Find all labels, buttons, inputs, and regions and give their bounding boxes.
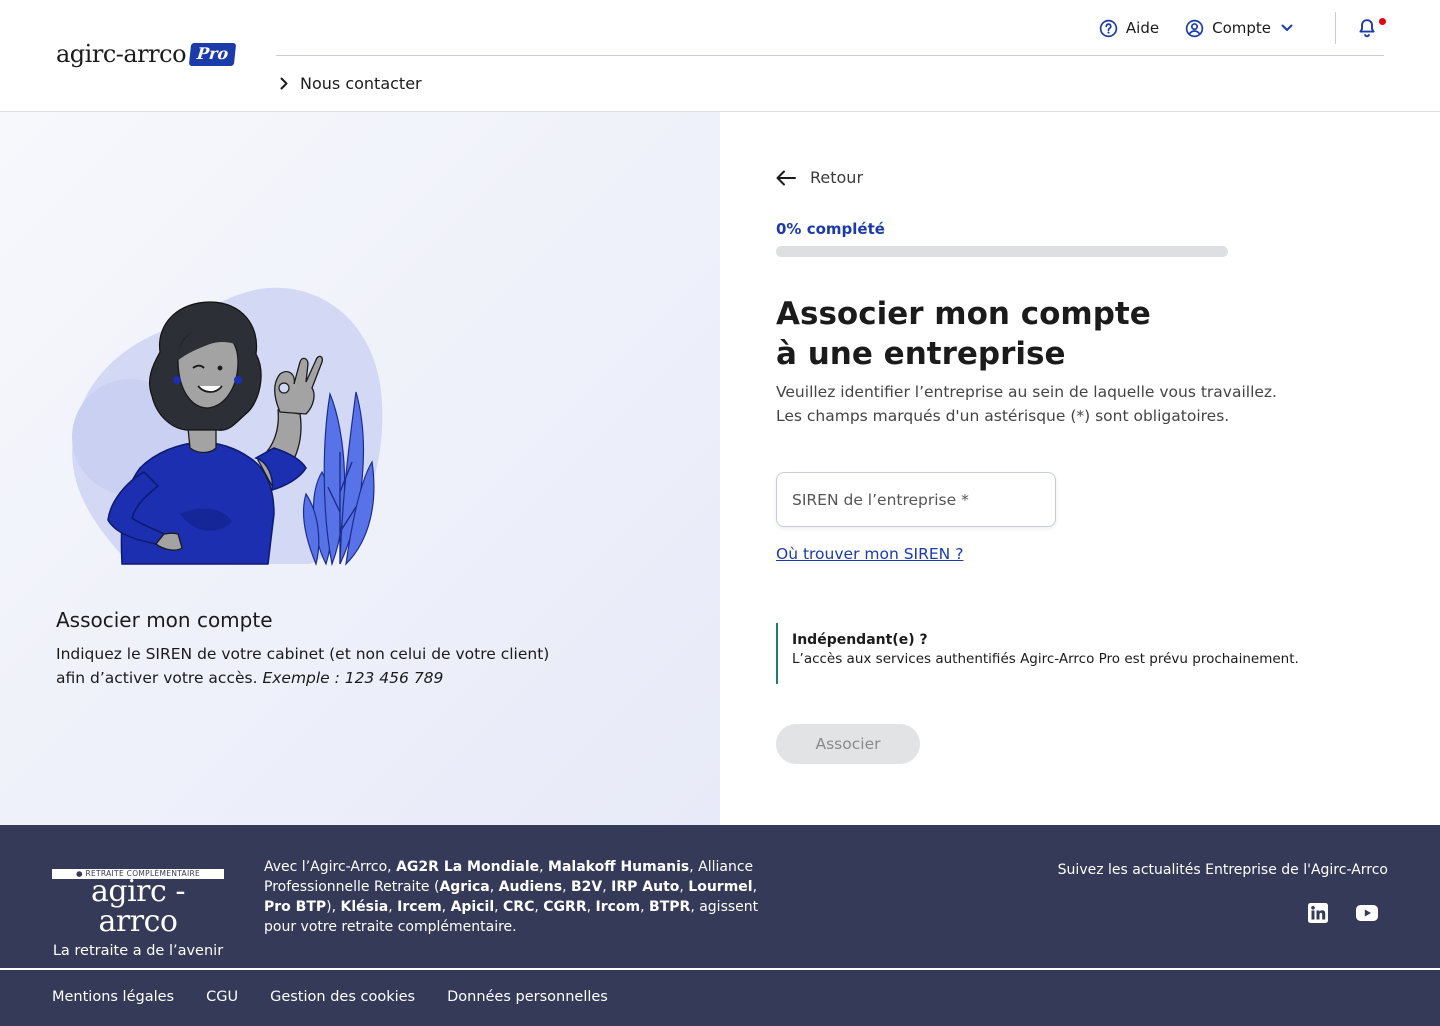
back-label: Retour	[810, 168, 864, 187]
footer-text-run: ,	[752, 879, 758, 895]
logo-text: agirc-arrco	[56, 40, 187, 68]
associate-button[interactable]: Associer	[776, 724, 920, 764]
partner-name: CRC	[503, 899, 535, 915]
youtube-icon[interactable]	[1356, 905, 1378, 921]
agirc-arrco-pro-logo[interactable]: agirc-arrco Pro	[56, 40, 237, 68]
page-title: Associer mon compte à une entreprise	[776, 294, 1151, 374]
partner-name: Audiens	[498, 879, 563, 895]
partner-name: B2V	[570, 879, 603, 895]
page-title-line-2: à une entreprise	[776, 336, 1066, 372]
footer-legal-links: Mentions légales CGU Gestion des cookies Do…	[52, 989, 640, 1005]
footer-divider	[0, 968, 1440, 970]
back-button[interactable]: Retour	[776, 168, 863, 187]
footer-link-cookies[interactable]: Gestion des cookies	[270, 989, 415, 1005]
partner-name: AG2R La Mondiale	[396, 859, 540, 875]
footer-text-run: ,	[489, 879, 499, 895]
partner-name: Agrica	[439, 879, 490, 895]
siren-input[interactable]	[776, 472, 1056, 527]
linkedin-icon[interactable]	[1308, 903, 1328, 923]
footer-logo-name: agirc - arrco	[91, 874, 186, 939]
form-instructions-line-1: Veuillez identifier l’entreprise au sein…	[776, 383, 1277, 401]
footer-logo-tagline: La retraite a de l’avenir	[52, 943, 224, 959]
chevron-right-icon	[280, 77, 300, 90]
independent-info-notice: Indépendant(e) ? L’accès aux services au…	[776, 623, 1336, 684]
partner-name: CGRR	[543, 899, 587, 915]
progress-label: 0% complété	[776, 220, 885, 238]
partner-name: IRP Auto	[611, 879, 680, 895]
info-notice-title: Indépendant(e) ?	[792, 632, 928, 648]
footer-text-run: ,	[602, 879, 612, 895]
partner-name: Apicil	[450, 899, 495, 915]
footer-partners-text: Avec l’Agirc-Arrco, AG2R La Mondiale, Ma…	[264, 857, 784, 937]
footer-text-run: ,	[679, 879, 689, 895]
partner-name: Pro BTP	[264, 899, 327, 915]
woman-ok-gesture-illustration	[60, 282, 400, 576]
footer-text-run: ),	[326, 899, 341, 915]
notifications-button[interactable]	[1358, 18, 1386, 38]
help-circle-icon	[1099, 19, 1126, 38]
site-footer: ● RETRAITE COMPLÉMENTAIRE agirc - arrco …	[0, 825, 1440, 1026]
footer-link-legal-notice[interactable]: Mentions légales	[52, 989, 174, 1005]
info-notice-text: L’accès aux services authentifiés Agirc-…	[792, 651, 1299, 667]
illustration-panel: Associer mon compte Indiquez le SIREN de…	[0, 112, 720, 825]
footer-text-run: ,	[562, 879, 571, 895]
site-header: agirc-arrco Pro Aide Compte Nous contact…	[0, 0, 1440, 112]
footer-text-run: ,	[534, 899, 544, 915]
form-instructions-line-2: Les champs marqués d'un astérisque (*) s…	[776, 407, 1230, 425]
footer-link-cgu[interactable]: CGU	[206, 989, 238, 1005]
account-menu-button[interactable]: Compte	[1185, 19, 1301, 38]
help-link[interactable]: Aide	[1099, 19, 1159, 38]
contact-label: Nous contacter	[300, 74, 422, 93]
footer-text-run: ,	[494, 899, 504, 915]
form-instructions: Veuillez identifier l’entreprise au sein…	[776, 380, 1336, 428]
footer-text-run: ,	[388, 899, 398, 915]
left-panel-title: Associer mon compte	[56, 608, 273, 632]
header-vertical-divider	[1335, 12, 1336, 44]
logo-pro-badge: Pro	[188, 42, 237, 66]
header-divider	[276, 55, 1384, 56]
help-label: Aide	[1125, 19, 1160, 37]
partner-name: Lourmel	[688, 879, 753, 895]
progress-bar	[776, 246, 1228, 257]
partner-name: BTPR	[649, 899, 691, 915]
left-panel-description: Indiquez le SIREN de votre cabinet (et n…	[56, 642, 576, 690]
footer-social-links	[1280, 903, 1378, 923]
footer-text-run: ,	[441, 899, 451, 915]
account-label: Compte	[1212, 19, 1271, 37]
footer-text-run: Avec l’Agirc-Arrco,	[264, 859, 397, 875]
footer-link-personal-data[interactable]: Données personnelles	[447, 989, 608, 1005]
footer-agirc-arrco-logo[interactable]: ● RETRAITE COMPLÉMENTAIRE agirc - arrco …	[52, 869, 224, 959]
find-siren-link[interactable]: Où trouver mon SIREN ?	[776, 545, 963, 563]
arrow-left-icon	[776, 170, 810, 186]
notification-badge	[1379, 18, 1386, 25]
partner-name: Ircom	[595, 899, 641, 915]
partner-name: Klésia	[340, 899, 389, 915]
page-title-line-1: Associer mon compte	[776, 296, 1151, 332]
chevron-down-icon	[1281, 24, 1301, 32]
footer-text-run: ,	[640, 899, 650, 915]
partner-name: Ircem	[397, 899, 442, 915]
footer-follow-label: Suivez les actualités Entreprise de l'Ag…	[1057, 862, 1388, 878]
user-circle-icon	[1185, 19, 1212, 38]
header-utility-nav: Aide Compte	[1099, 12, 1386, 44]
footer-text-run: ,	[539, 859, 549, 875]
partner-name: Malakoff Humanis	[548, 859, 690, 875]
footer-text-run: ,	[586, 899, 596, 915]
contact-link[interactable]: Nous contacter	[280, 74, 422, 93]
siren-example: Exemple : 123 456 789	[262, 669, 444, 687]
